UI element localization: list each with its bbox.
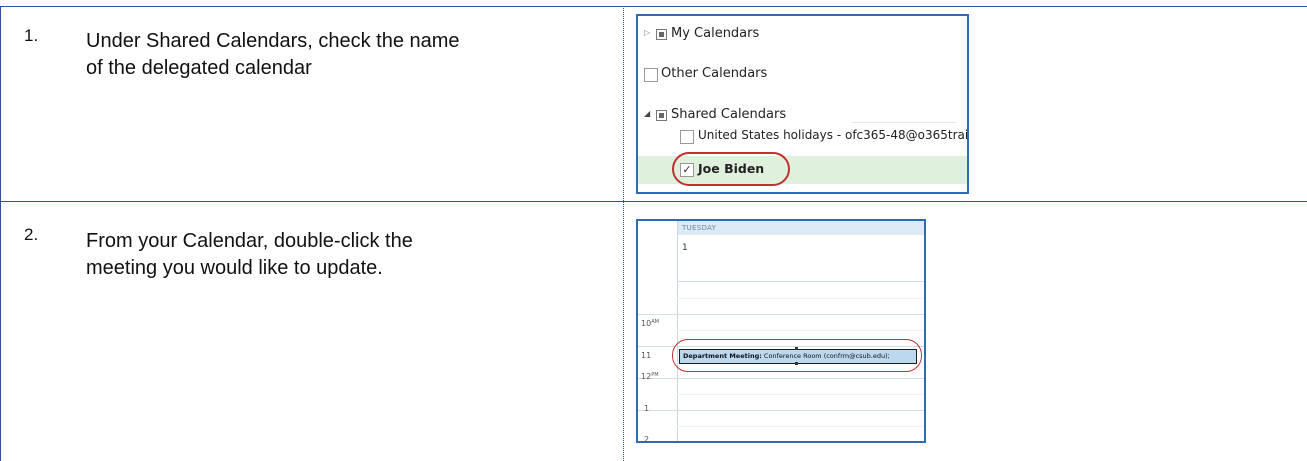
half-hour-line — [677, 298, 924, 299]
hour-label-1: 1 — [644, 404, 650, 413]
day-name: TUESDAY — [682, 224, 717, 232]
other-calendars-label: Other Calendars — [661, 66, 768, 81]
hour-line — [638, 378, 924, 379]
hour-label-10am: 10AM — [641, 319, 659, 328]
us-holidays-label: United States holidays - ofc365-48@o365t… — [698, 128, 969, 142]
other-calendars-checkbox[interactable] — [644, 68, 658, 82]
half-hour-line — [677, 394, 924, 395]
day-number: 1 — [682, 243, 688, 253]
step-1-line-1: Under Shared Calendars, check the name — [86, 30, 460, 52]
step-2-text: From your Calendar, double-click the mee… — [86, 228, 606, 282]
my-calendars-label: My Calendars — [671, 26, 760, 41]
column-divider — [623, 6, 624, 461]
shared-calendars-label: Shared Calendars — [671, 107, 787, 122]
hour-label-11: 11 — [641, 351, 652, 360]
expand-arrow-icon[interactable]: ▷ — [644, 28, 650, 37]
us-holidays-calendar[interactable]: United States holidays - ofc365-48@o365t… — [638, 126, 967, 148]
group-square-icon — [656, 29, 667, 40]
step-1-number: 1. — [24, 26, 39, 45]
group-square-icon — [656, 110, 667, 121]
step-2-number: 2. — [24, 225, 39, 244]
step-1-text: Under Shared Calendars, check the name o… — [86, 28, 606, 82]
calendar-folder-list-screenshot: ▷ My Calendars Other Calendars ◢ Shared … — [636, 14, 969, 194]
other-calendars-group[interactable]: Other Calendars — [638, 64, 967, 86]
highlight-circle — [672, 339, 922, 372]
step-1-line-2: of the delegated calendar — [86, 57, 312, 79]
half-hour-line — [677, 330, 924, 331]
step-2-line-1: From your Calendar, double-click the — [86, 230, 413, 252]
half-hour-line — [677, 426, 924, 427]
highlight-circle — [672, 152, 790, 186]
shared-calendars-group[interactable]: ◢ Shared Calendars — [638, 105, 967, 127]
step-2-line-2: meeting you would like to update. — [86, 257, 383, 279]
collapse-arrow-icon[interactable]: ◢ — [644, 109, 650, 118]
us-holidays-checkbox[interactable] — [680, 130, 694, 144]
hour-label-12pm: 12PM — [641, 372, 659, 381]
hour-line — [638, 410, 924, 411]
my-calendars-group[interactable]: ▷ My Calendars — [638, 24, 967, 46]
hour-label-2: 2 — [644, 435, 650, 443]
table-border-left — [0, 6, 1, 461]
hour-line — [638, 314, 924, 315]
calendar-day-view-screenshot: TUESDAY 1 10AM 11 12PM 1 2 Department Me… — [636, 219, 926, 443]
all-day-divider — [677, 281, 924, 282]
row-divider — [0, 201, 1307, 202]
day-column-divider — [677, 221, 678, 441]
table-border-top — [0, 6, 1307, 7]
